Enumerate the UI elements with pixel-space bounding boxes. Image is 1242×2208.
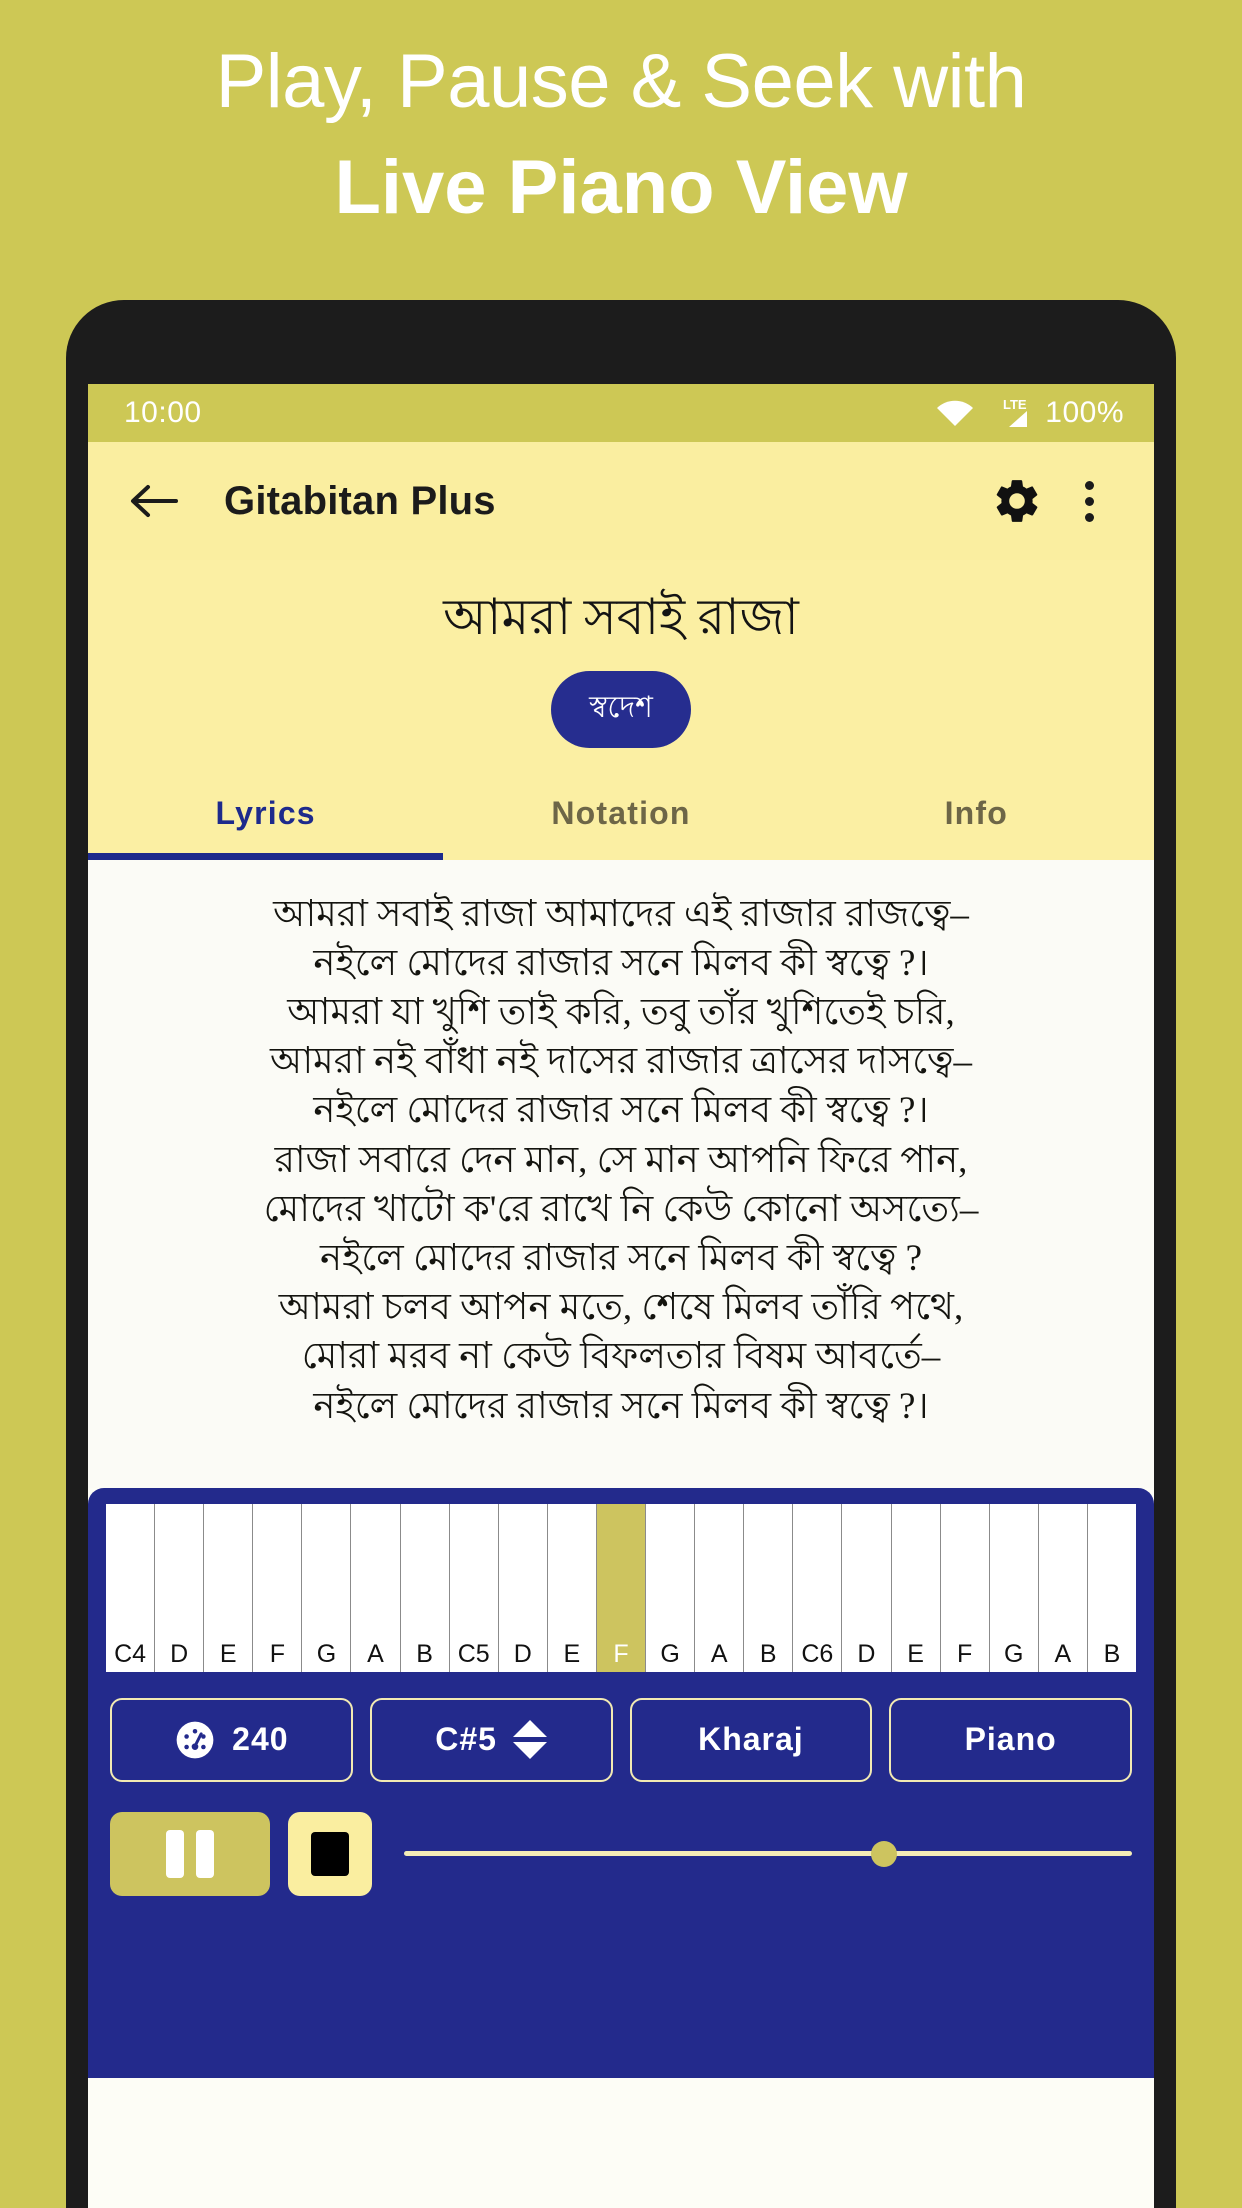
transport-bar: [88, 1782, 1154, 1896]
tab-notation[interactable]: Notation: [443, 768, 798, 860]
piano-key-label: E: [563, 1639, 581, 1668]
piano-white-key[interactable]: G: [302, 1503, 352, 1672]
piano-white-key[interactable]: A: [351, 1503, 401, 1672]
piano-key-label: G: [1004, 1639, 1024, 1668]
stop-button[interactable]: [288, 1811, 372, 1896]
lyrics-line: নইলে মোদের রাজার সনে মিলব কী স্বত্বে ?।: [313, 942, 929, 984]
lyrics-panel[interactable]: আমরা সবাই রাজা আমাদের এই রাজার রাজত্বে– …: [88, 859, 1154, 1488]
tab-info[interactable]: Info: [799, 768, 1154, 860]
status-bar-clock: 10:00: [124, 396, 202, 429]
piano-white-key[interactable]: F: [940, 1503, 990, 1672]
scale-value: C#5: [435, 1721, 497, 1757]
lyrics-line: নইলে মোদের রাজার সনে মিলব কী স্বত্বে ?: [319, 1237, 922, 1279]
piano-key-label: F: [957, 1639, 973, 1668]
piano-key-label: C4: [114, 1639, 147, 1668]
piano-white-key[interactable]: F: [596, 1503, 647, 1672]
promo-headline-line2: Live Piano View: [334, 145, 908, 230]
phone-screen: 10:00 LTE 100% Gitabitan Plus আমরা সবাই …: [88, 384, 1154, 2208]
tempo-button[interactable]: 240: [110, 1697, 353, 1782]
lyrics-line: আমরা সবাই রাজা আমাদের এই রাজার রাজত্বে–: [273, 893, 969, 935]
pause-icon-bar: [166, 1829, 184, 1878]
piano-white-key[interactable]: B: [1087, 1503, 1136, 1672]
signal-icon: LTE: [1003, 397, 1028, 427]
piano-white-key[interactable]: E: [891, 1503, 941, 1672]
pause-icon-bar: [196, 1829, 214, 1878]
piano-key-label: A: [367, 1639, 384, 1668]
lyrics-line: আমরা যা খুশি তাই করি, তবু তাঁর খুশিতেই চ…: [287, 991, 955, 1033]
tempo-value: 240: [232, 1721, 289, 1757]
piano-key-label: A: [710, 1639, 728, 1668]
category-badge[interactable]: স্বদেশ: [551, 670, 691, 748]
piano-keyboard[interactable]: C#D#F#G#A#C#D#F#G#A#C#D#F#G#A# C4DEFGABC…: [106, 1503, 1136, 1672]
piano-key-label: D: [513, 1639, 532, 1668]
speedometer-icon: [176, 1721, 214, 1758]
kebab-menu-icon[interactable]: [1056, 480, 1122, 522]
piano-white-key[interactable]: G: [646, 1503, 696, 1672]
piano-key-label: F: [269, 1639, 285, 1668]
tab-lyrics[interactable]: Lyrics: [88, 768, 443, 860]
piano-white-key[interactable]: A: [1038, 1503, 1088, 1672]
gear-icon[interactable]: [984, 468, 1050, 534]
piano-key-label: D: [170, 1639, 189, 1668]
piano-key-label: F: [613, 1639, 629, 1668]
lyrics-line: নইলে মোদের রাজার সনে মিলব কী স্বত্বে ?।: [313, 1385, 929, 1427]
piano-panel: C#D#F#G#A#C#D#F#G#A#C#D#F#G#A# C4DEFGABC…: [88, 1487, 1154, 2078]
control-button-row: 240 C#5 Kharaj Piano: [88, 1672, 1154, 1782]
seek-thumb[interactable]: [871, 1840, 898, 1867]
piano-white-key[interactable]: E: [204, 1503, 254, 1672]
page-title: Gitabitan Plus: [224, 478, 496, 523]
piano-white-key[interactable]: F: [253, 1503, 303, 1672]
lyrics-line: রাজা সবারে দেন মান, সে মান আপনি ফিরে পান…: [274, 1139, 968, 1181]
song-header: আমরা সবাই রাজা স্বদেশ: [88, 560, 1154, 768]
promo-headline-line1: Play, Pause & Seek with: [215, 39, 1027, 124]
piano-key-label: G: [316, 1639, 337, 1668]
piano-white-key[interactable]: D: [155, 1503, 205, 1672]
lyrics-line: নইলে মোদের রাজার সনে মিলব কী স্বত্বে ?।: [313, 1090, 929, 1132]
promo-headline: Play, Pause & Seek with Live Piano View: [0, 44, 1242, 226]
seek-track: [404, 1851, 1132, 1856]
piano-key-label: G: [660, 1639, 680, 1668]
back-arrow-icon[interactable]: [122, 470, 184, 532]
piano-key-label: E: [907, 1639, 924, 1668]
piano-white-key[interactable]: A: [695, 1503, 745, 1672]
piano-key-label: A: [1054, 1639, 1072, 1668]
song-title: আমরা সবাই রাজা: [443, 589, 799, 645]
lyrics-line: আমরা চলব আপন মতে, শেষে মিলব তাঁরি পথে,: [278, 1287, 964, 1329]
piano-white-key[interactable]: C4: [106, 1503, 156, 1672]
wifi-icon: [937, 400, 974, 426]
seek-slider[interactable]: [404, 1812, 1132, 1896]
lyrics-line: আমরা নই বাঁধা নই দাসের রাজার ত্রাসের দাস…: [270, 1041, 972, 1083]
lyrics-line: মোদের খাটো ক'রে রাখে নি কেউ কোনো অসত্যে–: [263, 1188, 979, 1230]
piano-key-label: C6: [801, 1639, 834, 1668]
spinner-arrows-icon: [512, 1720, 547, 1759]
instrument-button[interactable]: Piano: [889, 1697, 1132, 1782]
piano-key-label: B: [416, 1639, 433, 1668]
status-bar-indicators: LTE 100%: [935, 396, 1124, 430]
tab-bar: Lyrics Notation Info: [88, 767, 1154, 860]
piano-key-label: B: [1103, 1639, 1121, 1668]
piano-key-label: B: [759, 1639, 777, 1668]
piano-white-key[interactable]: B: [400, 1503, 450, 1672]
svg-text:LTE: LTE: [1003, 397, 1027, 412]
piano-key-label: E: [219, 1639, 237, 1668]
piano-white-key[interactable]: D: [498, 1503, 548, 1672]
piano-white-key[interactable]: C6: [793, 1503, 843, 1672]
app-bar: Gitabitan Plus: [88, 442, 1154, 560]
tab-active-indicator: [88, 852, 444, 860]
piano-white-key[interactable]: B: [744, 1503, 794, 1672]
status-bar: 10:00 LTE 100%: [88, 384, 1154, 442]
kharaj-button[interactable]: Kharaj: [629, 1697, 873, 1782]
piano-white-key[interactable]: E: [547, 1503, 597, 1672]
stop-icon: [311, 1831, 349, 1876]
piano-key-label: D: [857, 1639, 876, 1668]
piano-white-key[interactable]: C5: [449, 1503, 499, 1672]
piano-key-label: C5: [457, 1639, 490, 1668]
piano-white-key[interactable]: D: [842, 1503, 892, 1672]
lyrics-line: মোরা মরব না কেউ বিফলতার বিষম আবর্তে–: [301, 1336, 941, 1378]
scale-button[interactable]: C#5: [369, 1697, 613, 1782]
phone-mockup: 10:00 LTE 100% Gitabitan Plus আমরা সবাই …: [66, 300, 1176, 2208]
battery-percentage: 100%: [1045, 396, 1124, 429]
play-pause-button[interactable]: [110, 1811, 270, 1896]
piano-white-key[interactable]: G: [989, 1503, 1039, 1672]
